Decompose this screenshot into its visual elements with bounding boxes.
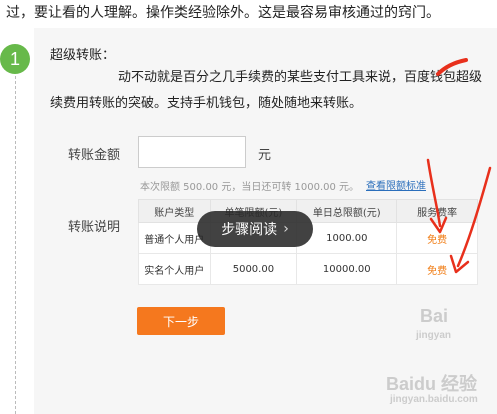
baidu-watermark: jingyan.baidu.com [390,394,478,405]
step-reading-button[interactable]: 步骤阅读 › [197,211,313,247]
annotation-arrow [456,166,492,268]
baidu-watermark: Baidu 经验 [386,374,478,394]
annotation-scribble [436,58,468,76]
chevron-right-icon: › [283,221,289,237]
baidu-watermark: Bai [420,306,449,326]
annotation-arrow [426,158,442,228]
red-annotation-marks [426,58,492,274]
baidu-watermark: jingyan [416,330,452,341]
step-reading-label: 步骤阅读 [221,222,278,238]
